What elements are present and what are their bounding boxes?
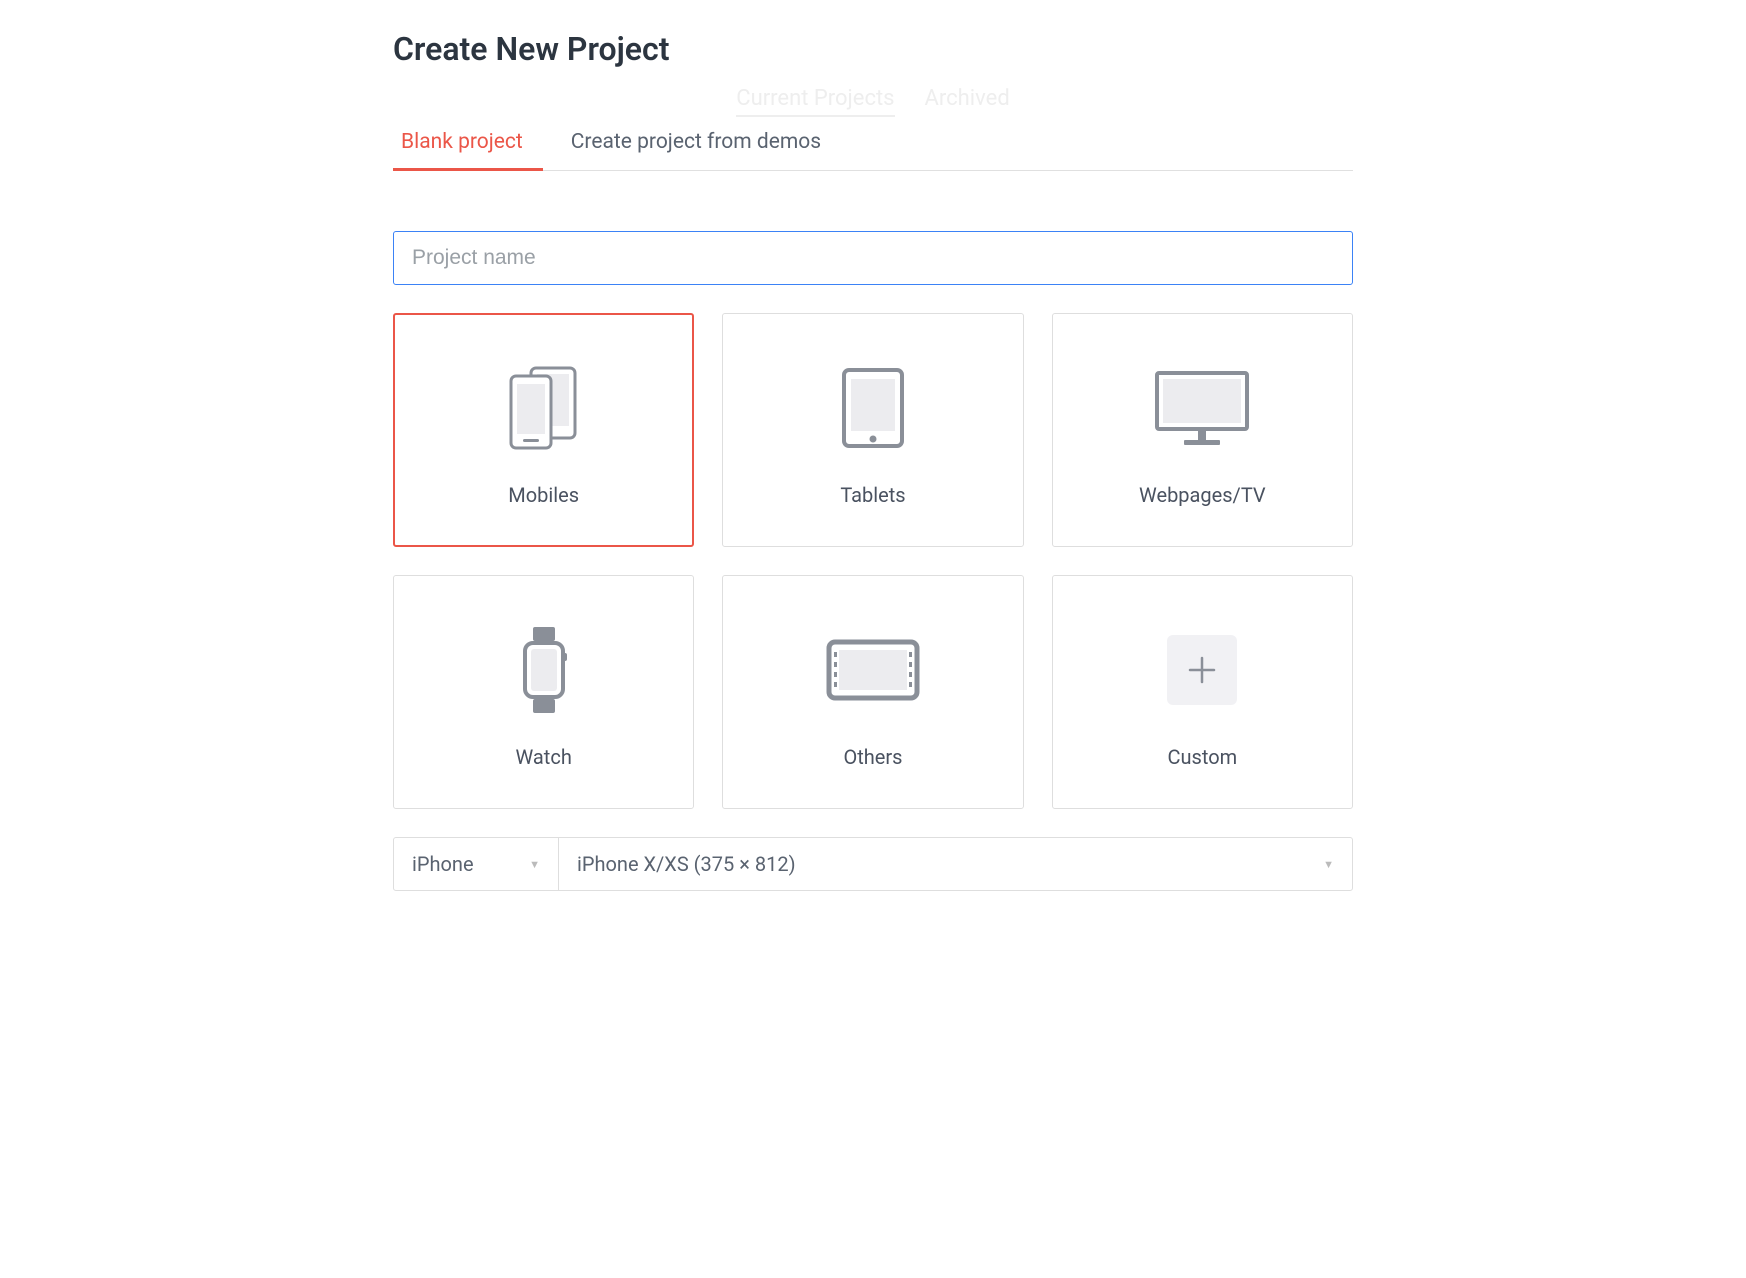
device-label-others: Others [843,745,902,769]
watch-icon [519,615,569,725]
device-card-tablets[interactable]: Tablets [722,313,1023,547]
device-model-select[interactable]: iPhone X/XS (375 × 812) ▼ [559,838,1352,890]
device-type-grid: Mobiles Tablets [393,313,1353,809]
device-model-selector: iPhone ▼ iPhone X/XS (375 × 812) ▼ [393,837,1353,891]
background-tab-archived: Archived [925,86,1010,117]
plus-icon [1167,615,1237,725]
chevron-down-icon: ▼ [1323,858,1334,871]
others-device-icon [825,615,921,725]
project-name-input[interactable] [393,231,1353,285]
project-type-tabs: Blank project Create project from demos [393,118,1353,171]
device-card-others[interactable]: Others [722,575,1023,809]
background-tab-current: Current Projects [736,86,894,117]
device-card-webpages-tv[interactable]: Webpages/TV [1052,313,1353,547]
monitor-icon [1152,353,1252,463]
device-card-custom[interactable]: Custom [1052,575,1353,809]
device-brand-select[interactable]: iPhone ▼ [394,838,559,890]
tab-blank-project[interactable]: Blank project [393,118,543,171]
chevron-down-icon: ▼ [529,858,540,871]
device-label-watch: Watch [516,745,572,769]
mobile-icon [507,353,581,463]
device-brand-value: iPhone [412,852,474,876]
device-label-custom: Custom [1167,745,1237,769]
page-title: Create New Project [393,30,1353,68]
device-model-value: iPhone X/XS (375 × 812) [577,852,796,876]
device-card-watch[interactable]: Watch [393,575,694,809]
device-card-mobiles[interactable]: Mobiles [393,313,694,547]
tablet-icon [841,353,905,463]
device-label-mobiles: Mobiles [508,483,579,507]
device-label-tablets: Tablets [840,483,905,507]
tab-create-from-demos[interactable]: Create project from demos [563,118,841,171]
device-label-webpages-tv: Webpages/TV [1139,483,1266,507]
